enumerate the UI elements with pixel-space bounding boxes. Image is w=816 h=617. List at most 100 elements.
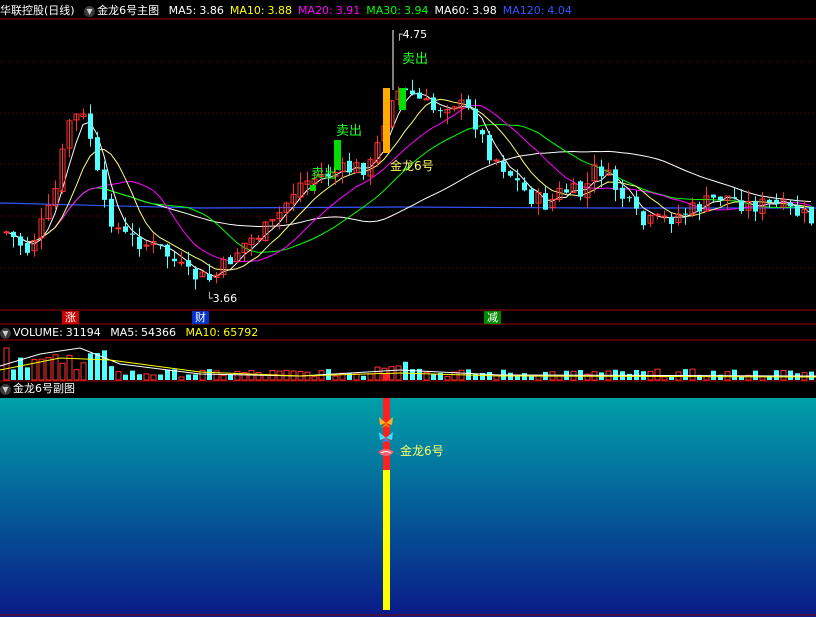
candle-down <box>564 189 569 193</box>
chevron-down-icon[interactable]: ▼ <box>0 383 11 395</box>
ma-line <box>5 124 812 253</box>
sell-label: 卖出 <box>336 124 363 139</box>
ma-legend: MA5: 3.86 MA10: 3.88 MA20: 3.91 MA30: 3.94 MA60:… <box>169 4 578 17</box>
volume-ma5-value: 54366 <box>141 326 177 339</box>
candle-down <box>207 274 212 281</box>
volume-bar <box>234 370 241 381</box>
tag-reduce[interactable]: 减 <box>484 311 501 324</box>
volume-bar <box>444 375 451 381</box>
chevron-down-icon[interactable]: ▼ <box>84 5 96 17</box>
volume-bar <box>403 361 408 380</box>
ma-legend-label: MA5: <box>168 4 197 17</box>
candle-down <box>501 161 506 172</box>
volume-bar <box>753 370 758 380</box>
candle-down <box>697 204 702 212</box>
tag-rise[interactable]: 涨 <box>62 311 79 324</box>
candle-down <box>774 199 779 205</box>
chevron-down-icon[interactable]: ▼ <box>0 327 11 339</box>
signal-column-yellow <box>383 470 390 610</box>
volume-bar <box>683 369 688 380</box>
candle-down <box>186 260 191 267</box>
volume-ma10-label: MA10: <box>185 326 221 339</box>
volume-bar <box>311 376 318 381</box>
volume-bar <box>143 373 150 381</box>
volume-bar <box>158 374 163 380</box>
low-price-label: └3.66 <box>206 292 238 305</box>
volume-bar <box>150 374 157 381</box>
candle-down <box>508 171 513 176</box>
volume-bar <box>95 353 100 380</box>
volume-bar <box>109 366 114 380</box>
candle-down <box>431 97 436 111</box>
volume-bar <box>451 371 458 381</box>
volume-bar <box>367 373 374 381</box>
volume-bar <box>165 369 170 380</box>
volume-bar <box>353 373 360 381</box>
signal-bar <box>383 88 390 153</box>
main-chart-title-bar: 华联控股(日线) ▼ 金龙6号主图 MA5: 3.86 MA10: 3.88 MA20: 3… <box>0 3 584 19</box>
main-indicator-name[interactable]: 金龙6号主图 <box>97 4 159 17</box>
ma-legend-value: 3.88 <box>267 4 293 17</box>
stock-chart-window: 华联控股(日线) ▼ 金龙6号主图 MA5: 3.86 MA10: 3.88 MA20: 3… <box>0 0 816 617</box>
ma-legend-value: 3.94 <box>403 4 429 17</box>
candle-down <box>361 162 366 176</box>
volume-bar <box>780 370 787 381</box>
candle-down <box>172 258 177 262</box>
candle-up <box>661 215 668 218</box>
candle-down <box>683 213 688 215</box>
candle-down <box>102 169 107 200</box>
volume-bar <box>529 376 534 380</box>
candle-down <box>137 236 142 250</box>
candle-down <box>228 257 233 265</box>
volume-bar <box>178 376 185 381</box>
volume-bar <box>123 374 128 380</box>
candle-down <box>718 196 723 201</box>
sell-label: 卖出 <box>402 52 429 67</box>
candle-down <box>543 193 548 210</box>
volume-bar <box>732 369 737 380</box>
candle-down <box>18 236 23 246</box>
ma-line <box>5 98 812 271</box>
ma-legend-label: MA20: <box>298 4 333 17</box>
volume-bar <box>220 374 227 381</box>
period-label: (日线) <box>44 4 75 17</box>
volume-bar <box>102 350 107 380</box>
candle-down <box>95 137 100 171</box>
ma-legend-label: MA60: <box>434 4 470 17</box>
candle-down <box>634 196 639 209</box>
volume-value: 31194 <box>65 326 101 339</box>
sub-indicator-chart[interactable] <box>0 382 816 617</box>
volume-bar <box>25 367 30 380</box>
tag-finance[interactable]: 财 <box>192 311 209 324</box>
candle-down <box>522 182 527 191</box>
candle-down <box>347 160 352 173</box>
candle-down <box>711 194 716 198</box>
sub-chart-title-bar: ▼ 金龙6号副图 <box>0 381 81 397</box>
volume-bar <box>361 375 366 380</box>
sub-signal-label: 金龙6号 <box>400 444 444 458</box>
candle-up <box>115 227 122 230</box>
volume-bar <box>774 370 779 380</box>
ma-legend-value: 3.86 <box>199 4 224 17</box>
candle-down <box>130 233 135 235</box>
candle-up <box>178 261 185 264</box>
volume-ma5-label: MA5: <box>110 326 139 339</box>
candle-down <box>417 92 422 99</box>
candle-down <box>123 226 128 232</box>
sub-indicator-name[interactable]: 金龙6号副图 <box>13 382 75 395</box>
ma-legend-value: 4.04 <box>547 4 572 17</box>
volume-title-bar: ▼ VOLUME: 31194 MA5: 54366 MA10: 65792 <box>0 325 264 341</box>
volume-bar <box>193 374 198 380</box>
candle-up <box>654 213 661 216</box>
candle-down <box>25 243 30 253</box>
ma-line <box>5 93 812 278</box>
volume-bar <box>59 362 66 381</box>
candle-down <box>739 200 744 211</box>
ma-legend-label: MA30: <box>366 4 401 17</box>
volume-bar <box>137 374 142 380</box>
candle-down <box>410 90 415 95</box>
volume-bar <box>473 373 478 380</box>
volume-label: VOLUME: <box>13 326 63 339</box>
volume-bar <box>788 370 793 380</box>
sub-chart-background <box>0 398 816 617</box>
